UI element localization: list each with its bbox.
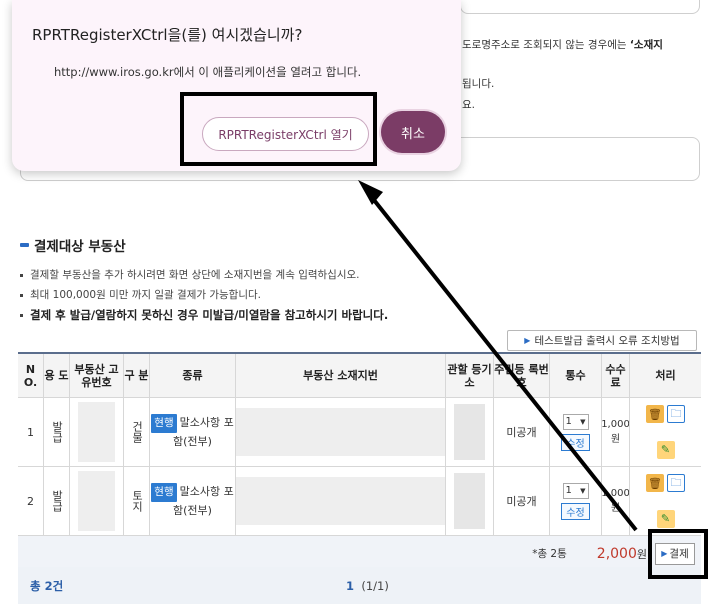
annotation-arrow [358,180,638,532]
